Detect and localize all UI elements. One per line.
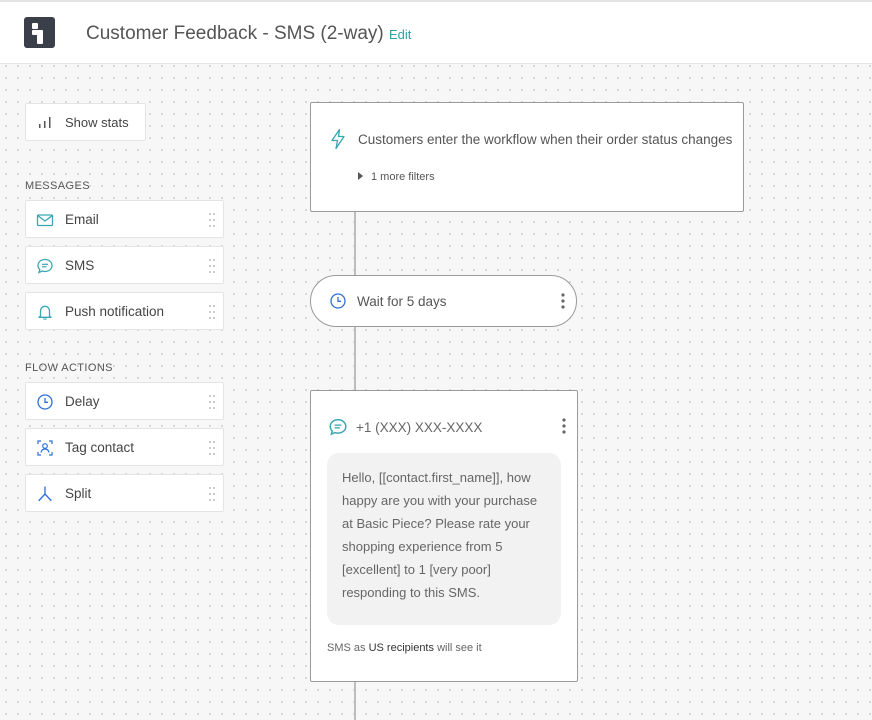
sms-bubble-icon xyxy=(37,258,53,274)
more-filters-label: 1 more filters xyxy=(371,171,435,183)
flow-actions-heading: FLOW ACTIONS xyxy=(25,362,113,374)
trigger-node[interactable]: Customers enter the workflow when their … xyxy=(310,102,744,212)
palette-item-sms[interactable]: SMS xyxy=(25,246,224,284)
bar-chart-icon xyxy=(39,117,51,128)
more-options-icon[interactable] xyxy=(560,292,566,310)
sms-message-preview: Hello, [[contact.first_name]], how happy… xyxy=(327,453,561,625)
sms-node[interactable]: +1 (XXX) XXX-XXXX Hello, [[contact.first… xyxy=(310,390,578,682)
drag-handle-icon[interactable] xyxy=(208,257,216,275)
lightning-icon xyxy=(331,128,345,150)
clock-icon xyxy=(37,394,53,410)
trigger-description: Customers enter the workflow when their … xyxy=(358,132,733,147)
app-logo[interactable] xyxy=(24,17,55,48)
drag-handle-icon[interactable] xyxy=(208,303,216,321)
sms-sender-number: +1 (XXX) XXX-XXXX xyxy=(356,420,483,435)
sms-recipient-note: SMS as US recipients will see it xyxy=(327,642,482,654)
workflow-title: Customer Feedback - SMS (2-way) xyxy=(86,23,384,44)
sms-note-suffix: will see it xyxy=(437,642,482,654)
app-header: Customer Feedback - SMS (2-way) Edit xyxy=(0,0,872,64)
flow-connector xyxy=(354,682,356,720)
palette-item-tag-contact[interactable]: Tag contact xyxy=(25,428,224,466)
messages-heading: MESSAGES xyxy=(25,180,90,192)
split-icon xyxy=(38,486,52,502)
palette-item-label: Tag contact xyxy=(65,440,135,455)
bell-icon xyxy=(38,305,52,320)
delay-description: Wait for 5 days xyxy=(357,294,447,309)
expand-triangle-icon xyxy=(358,172,363,180)
palette-item-push-notification[interactable]: Push notification xyxy=(25,292,224,330)
sms-note-prefix: SMS as xyxy=(327,642,366,654)
drag-handle-icon[interactable] xyxy=(208,393,216,411)
tag-contact-icon xyxy=(37,440,53,456)
palette-item-label: Delay xyxy=(65,394,100,409)
palette-item-label: SMS xyxy=(65,258,95,273)
flow-connector xyxy=(354,212,356,275)
show-stats-button[interactable]: Show stats xyxy=(25,103,146,141)
show-stats-label: Show stats xyxy=(65,115,129,130)
drag-handle-icon[interactable] xyxy=(208,211,216,229)
palette-item-email[interactable]: Email xyxy=(25,200,224,238)
more-filters-toggle[interactable]: 1 more filters xyxy=(358,171,435,183)
edit-title-link[interactable]: Edit xyxy=(389,27,411,42)
clock-icon xyxy=(330,293,346,309)
palette-item-label: Email xyxy=(65,212,99,227)
envelope-icon xyxy=(36,214,54,227)
more-options-icon[interactable] xyxy=(561,417,567,435)
drag-handle-icon[interactable] xyxy=(208,439,216,457)
palette-item-label: Split xyxy=(65,486,92,501)
flow-connector xyxy=(354,327,356,390)
palette-item-delay[interactable]: Delay xyxy=(25,382,224,420)
sms-bubble-icon xyxy=(329,419,347,436)
palette-item-split[interactable]: Split xyxy=(25,474,224,512)
sms-note-recipients: US recipients xyxy=(368,642,434,654)
drag-handle-icon[interactable] xyxy=(208,485,216,503)
palette-item-label: Push notification xyxy=(65,304,165,319)
delay-node[interactable]: Wait for 5 days xyxy=(310,275,577,327)
